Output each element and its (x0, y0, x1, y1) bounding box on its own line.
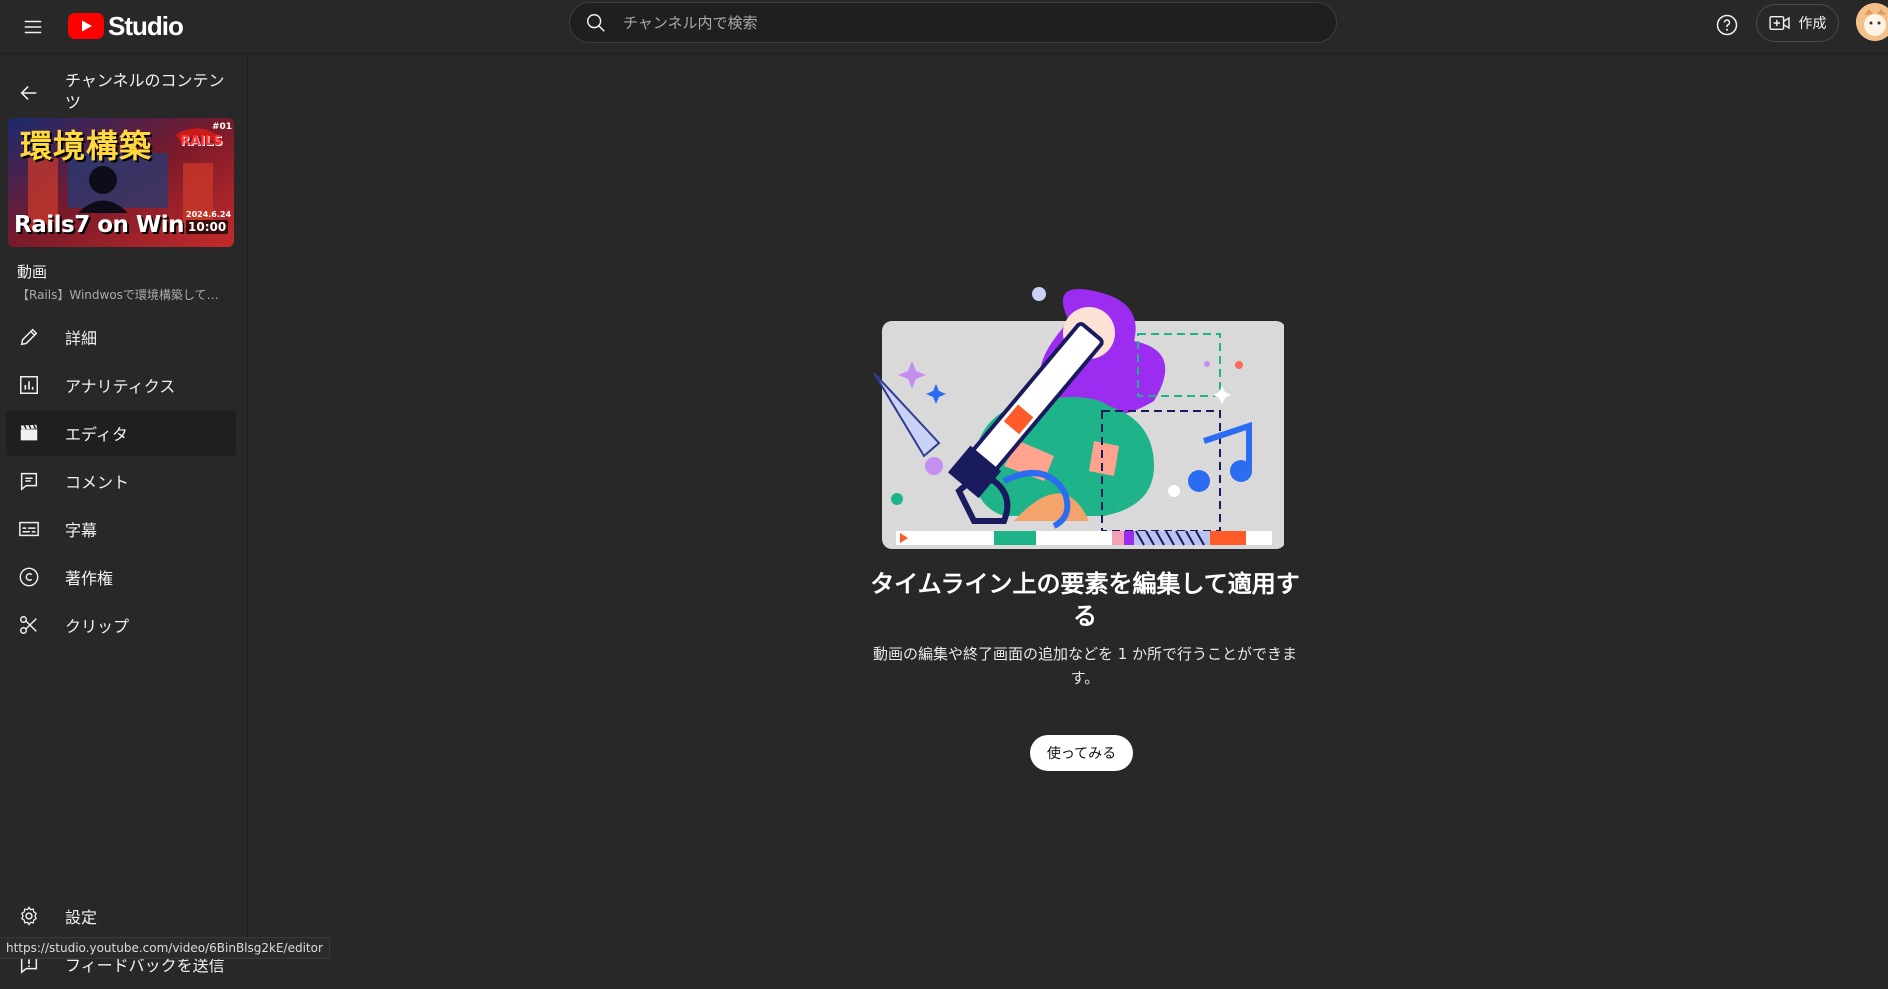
menu-button[interactable] (14, 8, 52, 46)
menu-icon (24, 20, 42, 34)
avatar-image (1856, 3, 1888, 41)
sidebar-item-label: 著作権 (65, 569, 114, 588)
clapperboard-icon (17, 421, 41, 445)
back-to-content[interactable]: チャンネルのコンテンツ (0, 62, 248, 122)
sidebar-item-label: コメント (65, 473, 130, 492)
analytics-icon (17, 373, 41, 397)
youtube-logo-icon (68, 13, 104, 39)
sidebar-item-label: 設定 (65, 908, 98, 927)
top-bar: Studio 作成 (0, 0, 1888, 54)
thumbnail-headline: 環境構築 (20, 127, 153, 165)
subtitles-icon (17, 517, 41, 541)
search-bar[interactable] (569, 2, 1337, 43)
status-url: https://studio.youtube.com/video/6BinBls… (0, 937, 330, 959)
video-kind: 動画 (17, 263, 48, 281)
editor-description: 動画の編集や終了画面の追加などを 1 か所で行うことができます。 (872, 645, 1298, 687)
sidebar-item-label: 字幕 (65, 521, 98, 540)
pencil-icon (17, 325, 41, 349)
back-button[interactable] (14, 78, 44, 108)
video-info: 動画 【Rails】Windwosで環境構築して好… (17, 261, 233, 303)
try-editor-button[interactable]: 使ってみる (1030, 735, 1133, 771)
sidebar-item-label: 詳細 (65, 329, 98, 348)
sidebar-item-subtitles[interactable]: 字幕 (6, 506, 236, 552)
sidebar-item-analytics[interactable]: アナリティクス (6, 362, 236, 408)
sidebar-item-editor[interactable]: エディタ (6, 410, 236, 456)
sidebar-item-comments[interactable]: コメント (6, 458, 236, 504)
arrow-back-icon (20, 86, 37, 100)
search-icon (587, 13, 605, 32)
thumbnail-date: 2024.6.24 (186, 210, 232, 219)
back-label: チャンネルのコンテンツ (65, 71, 225, 112)
avatar[interactable] (1856, 3, 1888, 41)
editor-illustration (854, 281, 1286, 611)
gear-icon (17, 904, 41, 928)
studio-logo[interactable]: Studio (68, 9, 184, 43)
copyright-icon (17, 565, 41, 589)
sidebar-nav: 詳細 アナリティクス エディタ コメント 字幕 著作権 クリップ (6, 314, 236, 650)
scissors-icon (17, 613, 41, 637)
sidebar-item-clips[interactable]: クリップ (6, 602, 236, 648)
sidebar-item-details[interactable]: 詳細 (6, 314, 236, 360)
search-input[interactable] (623, 13, 1303, 32)
logo-text: Studio (108, 10, 184, 41)
thumbnail-brand: RAILS (180, 134, 223, 149)
create-video-icon (1768, 15, 1790, 31)
sidebar: チャンネルのコンテンツ 環境構築 #01 RAILS Rails7 on Win… (0, 54, 248, 975)
sidebar-item-settings[interactable]: 設定 (6, 893, 236, 939)
sidebar-item-label: アナリティクス (65, 377, 176, 396)
help-button[interactable] (1712, 10, 1742, 40)
video-title: 【Rails】Windwosで環境構築して好… (17, 288, 227, 302)
create-label: 作成 (1798, 16, 1827, 32)
thumbnail-title: Rails7 on Windo (14, 212, 184, 238)
sidebar-item-label: クリップ (65, 617, 130, 636)
editor-main: タイムライン上の要素を編集して適用する 動画の編集や終了画面の追加などを 1 か… (249, 54, 1888, 959)
comment-icon (17, 469, 41, 493)
sidebar-item-label: エディタ (65, 425, 128, 444)
thumbnail-duration: 10:00 (186, 220, 229, 234)
sidebar-item-copyright[interactable]: 著作権 (6, 554, 236, 600)
editor-headline: タイムライン上の要素を編集して適用する (870, 570, 1300, 630)
help-icon (1716, 14, 1738, 36)
create-button[interactable]: 作成 (1756, 4, 1839, 42)
thumbnail-badge: #01 (212, 122, 233, 132)
